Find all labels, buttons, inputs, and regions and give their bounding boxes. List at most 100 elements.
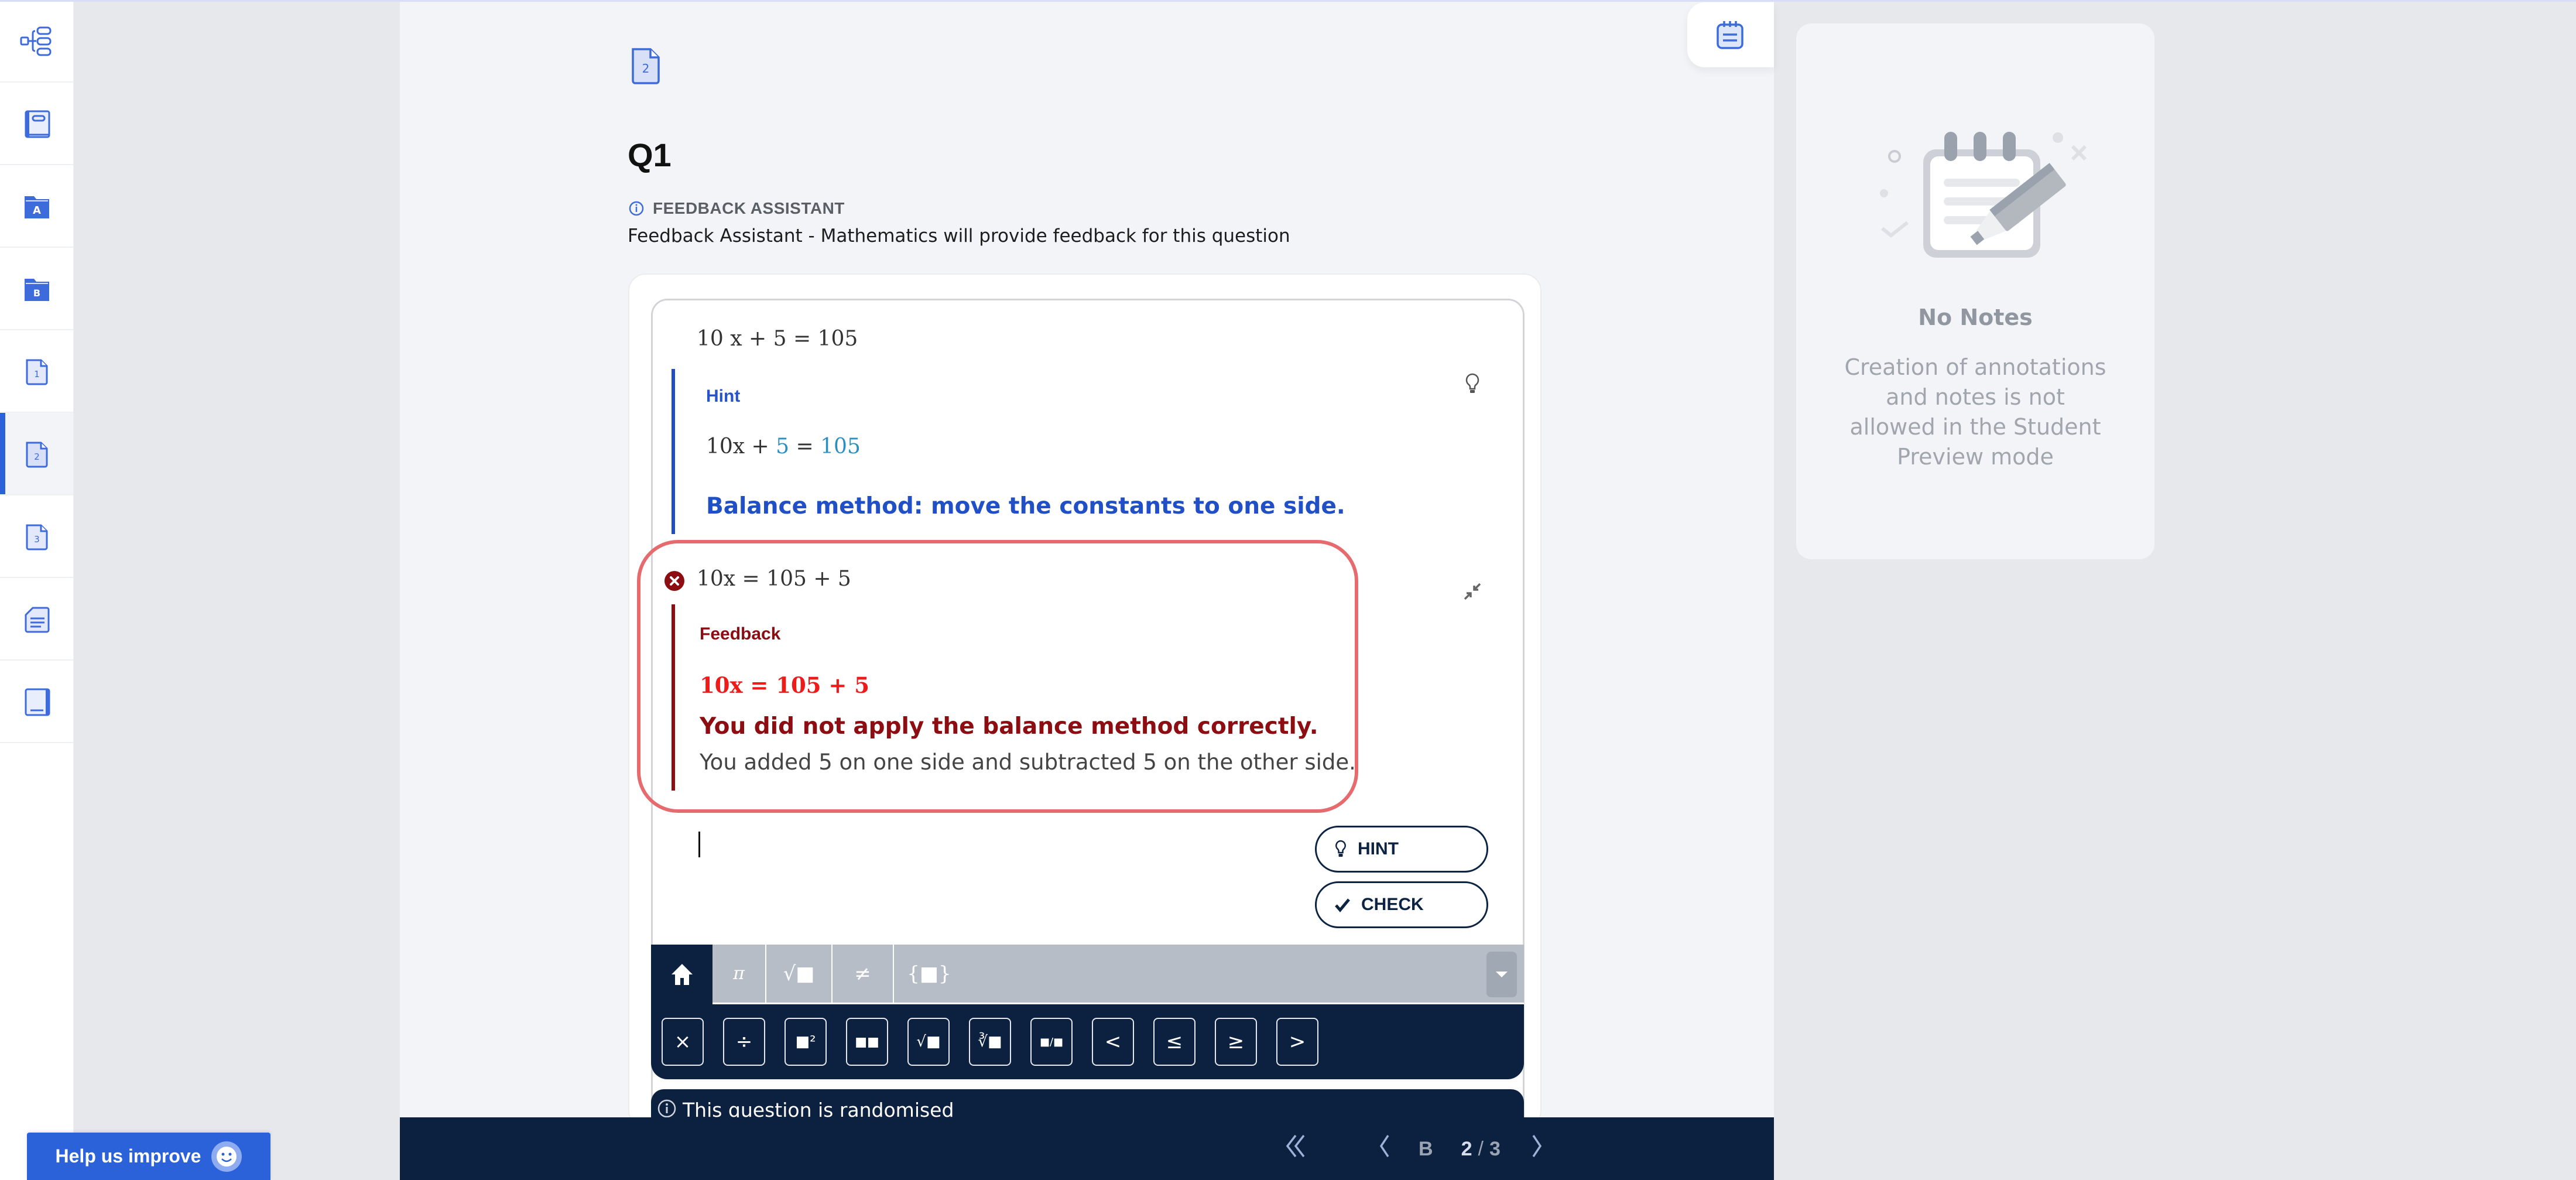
info-icon [629,201,644,216]
no-notes-title: No Notes [1918,305,2033,330]
svg-text:B: B [33,288,40,299]
keypad-tab-home[interactable] [651,945,712,1004]
hint-title: Hint [706,387,741,406]
page-3-icon: 3 [26,524,47,550]
keypad-dropdown[interactable] [1486,952,1517,997]
page-separator: / [1478,1137,1484,1160]
folder-b-icon: B [24,278,49,301]
bottom-navigation: B 2 / 3 [400,1117,1774,1180]
notebook-icon [25,688,50,716]
keypad-tab-relations[interactable]: ≠ [833,945,894,1003]
key-power[interactable]: ■■ [846,1018,888,1066]
svg-text:2: 2 [642,61,650,76]
current-page: 2 [1461,1137,1472,1160]
sidebar-item-page-3[interactable]: 3 [0,495,73,578]
info-icon [657,1099,676,1118]
error-x-icon [664,571,684,591]
hint-button-label: HINT [1358,839,1399,859]
answer-input[interactable] [691,823,1290,871]
help-label: Help us improve [55,1145,201,1167]
keypad-tab-greek[interactable]: π [712,945,766,1003]
help-us-improve-button[interactable]: Help us improve [27,1133,270,1180]
collapse-icon[interactable] [1461,580,1484,603]
hint-eq-part: 105 [820,435,861,459]
feedback-assistant-label: FEEDBACK ASSISTANT [628,199,845,218]
attempt-equation: 10x = 105 + 5 [697,567,851,591]
feedback-detail: You added 5 on one side and subtracted 5… [700,750,1356,775]
notes-tab-button[interactable] [1687,2,1774,67]
feedback-message: You did not apply the balance method cor… [700,713,1318,740]
svg-text:A: A [33,204,41,217]
book-icon [25,110,50,138]
key-less-than[interactable]: < [1092,1018,1134,1066]
svg-text:3: 3 [34,534,40,545]
feedback-equation: 10x = 105 + 5 [700,672,870,698]
page-1-icon: 1 [26,359,47,385]
key-divide[interactable]: ÷ [723,1018,765,1066]
feedback-assistant-description: Feedback Assistant - Mathematics will pr… [628,225,1290,247]
math-keypad: π √■ ≠ {■} × ÷ ■² ■■ √■ ∛■ ■/■ < ≤ ≥ > [651,945,1524,1079]
total-pages: 3 [1489,1137,1501,1160]
no-notes-description: Creation of annotations and notes is not… [1844,354,2106,470]
page-2-icon: 2 [632,48,660,84]
sidebar: A B 1 2 3 [0,0,74,1180]
first-page-button[interactable] [1284,1133,1307,1165]
previous-page-button[interactable] [1378,1133,1392,1165]
check-button[interactable]: CHECK [1315,881,1488,928]
keypad-tabs: π √■ ≠ {■} [712,945,1524,1004]
hint-eq-part: 5 [776,435,790,459]
key-sqrt[interactable]: √■ [907,1018,950,1066]
next-page-button[interactable] [1530,1133,1544,1165]
hint-button[interactable]: HINT [1315,826,1488,873]
folder-a-icon: A [24,196,49,218]
top-border [0,0,2576,2]
smiley-icon [211,1141,242,1172]
feedback-bar [672,604,675,791]
question-title: Q1 [628,136,672,173]
key-nth-root[interactable]: ∛■ [969,1018,1011,1066]
check-button-label: CHECK [1361,895,1424,914]
page-2-icon: 2 [26,442,47,467]
key-times[interactable]: × [662,1018,704,1066]
sidebar-item-page-2[interactable]: 2 [0,413,73,495]
sidebar-item-book[interactable] [0,83,73,165]
document-lines-icon [25,607,49,632]
notepad-highlighter-illustration [1880,132,2087,258]
sidebar-item-page-1[interactable]: 1 [0,330,73,413]
chevron-left-icon [1379,1135,1389,1157]
key-greater-than[interactable]: > [1276,1018,1318,1066]
hint-bar [672,369,675,534]
key-fraction[interactable]: ■/■ [1030,1018,1073,1066]
hint-text: Balance method: move the constants to on… [706,493,1345,519]
sidebar-item-notebook[interactable] [0,661,73,743]
checkmark-icon [1335,898,1350,912]
svg-text:1: 1 [34,369,40,379]
svg-text:2: 2 [34,452,40,462]
sidebar-item-section-a[interactable]: A [0,165,73,248]
double-chevron-left-icon [1286,1134,1305,1158]
hint-eq-part: 10x + [706,435,776,459]
keypad-tab-sets[interactable]: {■} [894,945,964,1003]
hint-equation: 10x + 5 = 105 [706,435,861,459]
tree-structure-icon [20,26,51,56]
text-cursor [698,832,700,857]
home-icon [671,964,693,985]
sidebar-item-section-b[interactable]: B [0,248,73,330]
pagination: B 2 / 3 [1284,1134,1544,1164]
question-equation: 10 x + 5 = 105 [697,327,858,351]
feedback-assistant-title: FEEDBACK ASSISTANT [653,199,845,217]
key-less-equal[interactable]: ≤ [1153,1018,1195,1066]
keypad-tab-roots[interactable]: √■ [766,945,833,1003]
sidebar-item-document[interactable] [0,578,73,661]
lightbulb-icon[interactable] [1464,372,1481,396]
lightbulb-icon [1335,840,1346,857]
feedback-title: Feedback [700,624,781,644]
notepad-icon [1717,20,1743,49]
section-label: B [1419,1137,1433,1160]
sidebar-item-structure[interactable] [0,0,73,83]
triangle-down-icon [1496,972,1508,977]
hint-eq-part: = [789,435,821,459]
key-square[interactable]: ■² [785,1018,827,1066]
chevron-right-icon [1532,1135,1542,1157]
key-greater-equal[interactable]: ≥ [1215,1018,1257,1066]
